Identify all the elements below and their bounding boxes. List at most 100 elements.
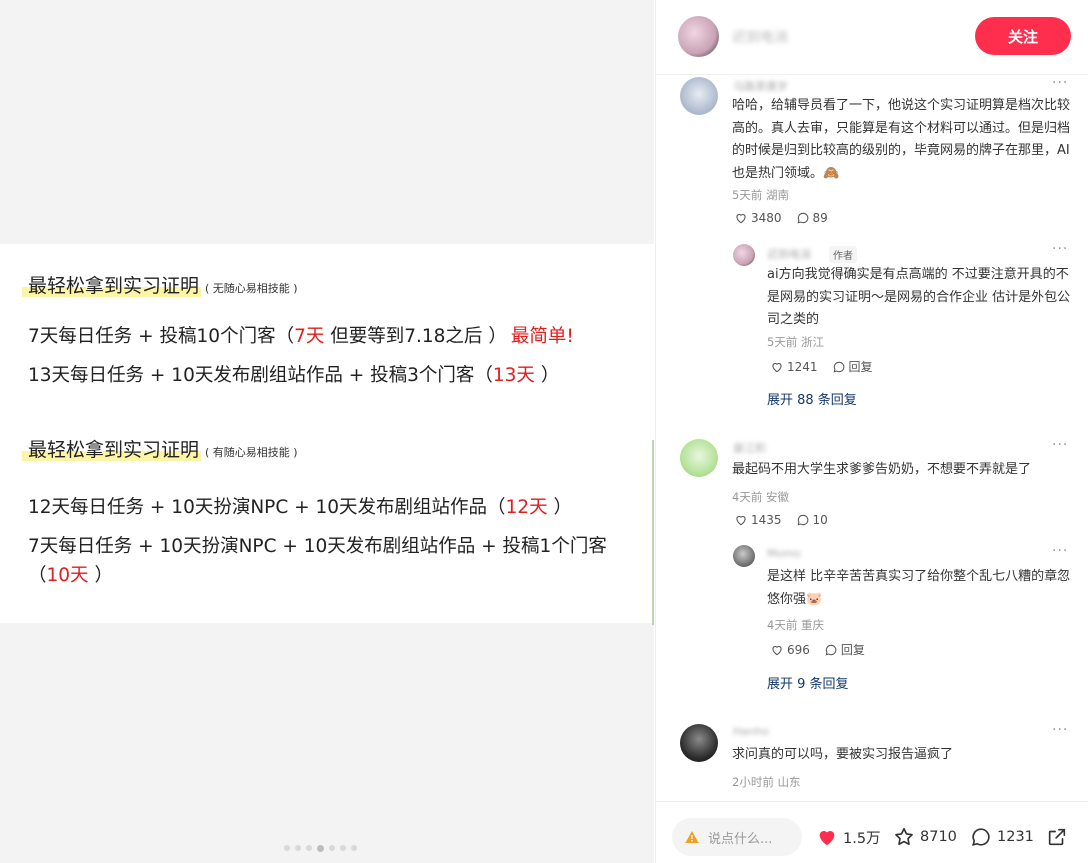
line-text: 7天每日任务 + 投稿10个门客（ — [28, 326, 295, 347]
heart-filled-icon — [819, 831, 835, 846]
section2-title: 最轻松拿到实习证明 — [22, 439, 202, 461]
author-name[interactable]: 迟到电消 — [732, 27, 788, 47]
line-highlight: 7天 — [294, 326, 325, 347]
comment-username[interactable]: 豪江积 — [733, 440, 766, 456]
pagination-dot[interactable] — [295, 845, 301, 851]
pagination-dot[interactable] — [306, 845, 312, 851]
slide-edge-divider — [652, 440, 654, 625]
more-options-icon[interactable]: ··· — [1052, 437, 1068, 453]
section2-line-2: 7天每日任务 + 10天扮演NPC + 10天发布剧组站作品 + 投稿1个门客（… — [28, 532, 628, 590]
section2-note: ( 有随心易相技能 ) — [205, 446, 298, 459]
section2-heading: 最轻松拿到实习证明( 有随心易相技能 ) — [22, 435, 298, 462]
line-text: 13天每日任务 + 10天发布剧组站作品 + 投稿3个门客（ — [28, 365, 493, 386]
avatar[interactable] — [680, 724, 718, 762]
author-avatar[interactable] — [678, 16, 719, 57]
like-count: 1241 — [787, 359, 818, 374]
comment-username[interactable]: Hanho — [733, 725, 769, 738]
collect-post-button[interactable]: 8710 — [893, 826, 957, 848]
line-highlight: 10天 — [46, 565, 89, 586]
like-count: 3480 — [751, 211, 782, 225]
reply-text: 是这样 比辛辛苦苦真实习了给你整个乱七八糟的章忽悠你强🐷 — [767, 569, 1071, 607]
line-highlight: 12天 — [505, 497, 548, 518]
star-icon — [895, 827, 913, 846]
pagination-dot[interactable] — [329, 845, 335, 851]
avatar[interactable] — [733, 244, 755, 266]
comment-panel: 迟到电消 关注 马路茶唐岁 ··· 哈哈，给辅导员看了一下，他说这个实习证明算是… — [655, 0, 1088, 863]
line-text: 12天每日任务 + 10天扮演NPC + 10天发布剧组站作品（ — [28, 497, 506, 518]
pagination-dot[interactable] — [317, 844, 324, 852]
reply-actions: 696 回复 — [770, 641, 865, 658]
comment-text: 最起码不用大学生求爹爹告奶奶，不想要不弄就是了 — [732, 462, 1032, 477]
line-text: ） — [547, 497, 572, 518]
reply-button[interactable]: 回复 — [824, 641, 865, 658]
section1-line-2: 13天每日任务 + 10天发布剧组站作品 + 投稿3个门客（13天 ） — [28, 361, 559, 390]
comment-bubble-icon — [825, 644, 837, 655]
comment-post-button[interactable]: 1231 — [970, 826, 1034, 848]
post-like-count: 1.5万 — [843, 830, 881, 847]
warning-avatar-icon — [685, 831, 699, 843]
heart-icon — [736, 516, 746, 526]
reply-username[interactable]: Momo — [767, 547, 801, 560]
avatar[interactable] — [680, 439, 718, 477]
reply-count-button[interactable]: 10 — [796, 513, 828, 527]
image-viewer[interactable]: 最轻松拿到实习证明( 无随心易相技能 ) 7天每日任务 + 投稿10个门客（7天… — [0, 0, 654, 863]
comment-bubble-icon — [797, 514, 808, 526]
like-button[interactable]: 1241 — [770, 360, 818, 374]
more-options-icon[interactable]: ··· — [1052, 543, 1068, 559]
line-highlight: 最简单! — [510, 326, 574, 347]
pagination-dot[interactable] — [284, 845, 290, 851]
line-text: 但要等到7.18之后 ） — [324, 326, 507, 347]
pagination-dot[interactable] — [351, 845, 357, 851]
share-button[interactable] — [1046, 826, 1068, 848]
heart-icon — [736, 214, 746, 224]
author-tag: 作者 — [829, 246, 857, 263]
share-icon — [1048, 828, 1066, 846]
post-comment-count: 1231 — [997, 829, 1034, 845]
more-options-icon[interactable]: ··· — [1052, 75, 1068, 91]
avatar[interactable] — [680, 77, 718, 115]
section2-line-1: 12天每日任务 + 10天扮演NPC + 10天发布剧组站作品（12天 ） — [28, 493, 572, 522]
section1-title: 最轻松拿到实习证明 — [22, 275, 202, 297]
heart-icon — [772, 362, 782, 372]
like-button[interactable]: 696 — [770, 643, 810, 657]
like-button[interactable]: 3480 — [734, 211, 782, 225]
slide-pagination-dots[interactable] — [284, 844, 357, 852]
reply-label: 回复 — [840, 643, 865, 657]
reply-count: 89 — [812, 211, 828, 225]
comment-meta: 2小时前 山东 — [732, 775, 801, 789]
more-options-icon[interactable]: ··· — [1052, 722, 1068, 738]
line-text: ） — [534, 365, 560, 386]
comment-meta: 5天前 湖南 — [732, 188, 789, 202]
expand-replies-link[interactable]: 展开 9 条回复 — [767, 673, 849, 692]
comment-actions: 3480 89 — [734, 211, 828, 225]
comment-actions: 1435 10 — [734, 513, 828, 527]
heart-icon — [772, 645, 782, 655]
comment-input[interactable]: 说点什么... — [672, 818, 802, 856]
comment-input-placeholder: 说点什么... — [708, 831, 773, 847]
expand-replies-link[interactable]: 展开 88 条回复 — [767, 389, 857, 408]
like-post-button[interactable]: 1.5万 — [816, 826, 881, 848]
reply-text: ai方向我觉得确实是有点高端的 不过要注意开具的不是网易的实习证明～是网易的合作… — [767, 267, 1071, 327]
comment-text: 哈哈，给辅导员看了一下，他说这个实习证明算是档次比较高的。真人去审，只能算是有这… — [732, 98, 1071, 181]
pagination-dot[interactable] — [340, 845, 346, 851]
avatar[interactable] — [733, 545, 755, 567]
follow-button[interactable]: 关注 — [975, 17, 1071, 55]
reply-count-button[interactable]: 89 — [796, 211, 828, 225]
more-options-icon[interactable]: ··· — [1052, 241, 1068, 257]
post-star-count: 8710 — [920, 829, 957, 845]
line-text: 7天每日任务 + 10天扮演NPC + 10天发布剧组站作品 + 投稿1个门客（ — [28, 536, 607, 586]
comment-bubble-icon — [833, 361, 844, 372]
reply-username[interactable]: 迟到电消 — [767, 246, 811, 262]
comment-bubble-icon — [797, 212, 808, 224]
section1-heading: 最轻松拿到实习证明( 无随心易相技能 ) — [22, 271, 298, 298]
like-count: 1435 — [751, 513, 782, 527]
like-button[interactable]: 1435 — [734, 513, 782, 527]
comment-username[interactable]: 马路茶唐岁 — [733, 78, 788, 94]
comment-text: 求问真的可以吗，要被实习报告逼疯了 — [732, 747, 954, 762]
section1-line-1: 7天每日任务 + 投稿10个门客（7天 但要等到7.18之后 ）最简单! — [28, 322, 574, 351]
reply-actions: 1241 回复 — [770, 358, 873, 375]
reply-count: 10 — [812, 513, 828, 527]
line-text: ） — [88, 565, 113, 586]
reply-button[interactable]: 回复 — [832, 358, 873, 375]
note-image-slide: 最轻松拿到实习证明( 无随心易相技能 ) 7天每日任务 + 投稿10个门客（7天… — [0, 244, 654, 623]
